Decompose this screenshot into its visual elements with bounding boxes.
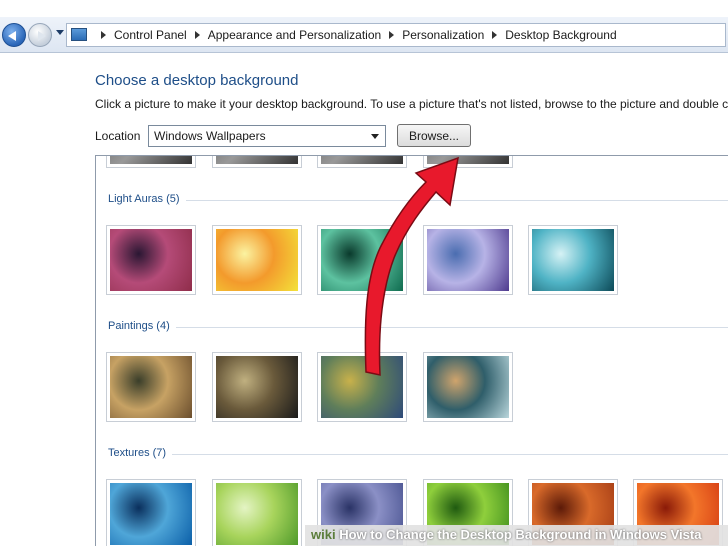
watermark-banner: wiki How to Change the Desktop Backgroun… (305, 525, 728, 546)
desktop-background-window: Control Panel Appearance and Personaliza… (0, 0, 728, 546)
arrow-shape (364, 156, 459, 376)
wikihow-logo: wiki (311, 527, 336, 542)
red-annotation-arrow (364, 156, 459, 376)
banner-title: How to Change the Desktop Background in … (339, 527, 702, 542)
